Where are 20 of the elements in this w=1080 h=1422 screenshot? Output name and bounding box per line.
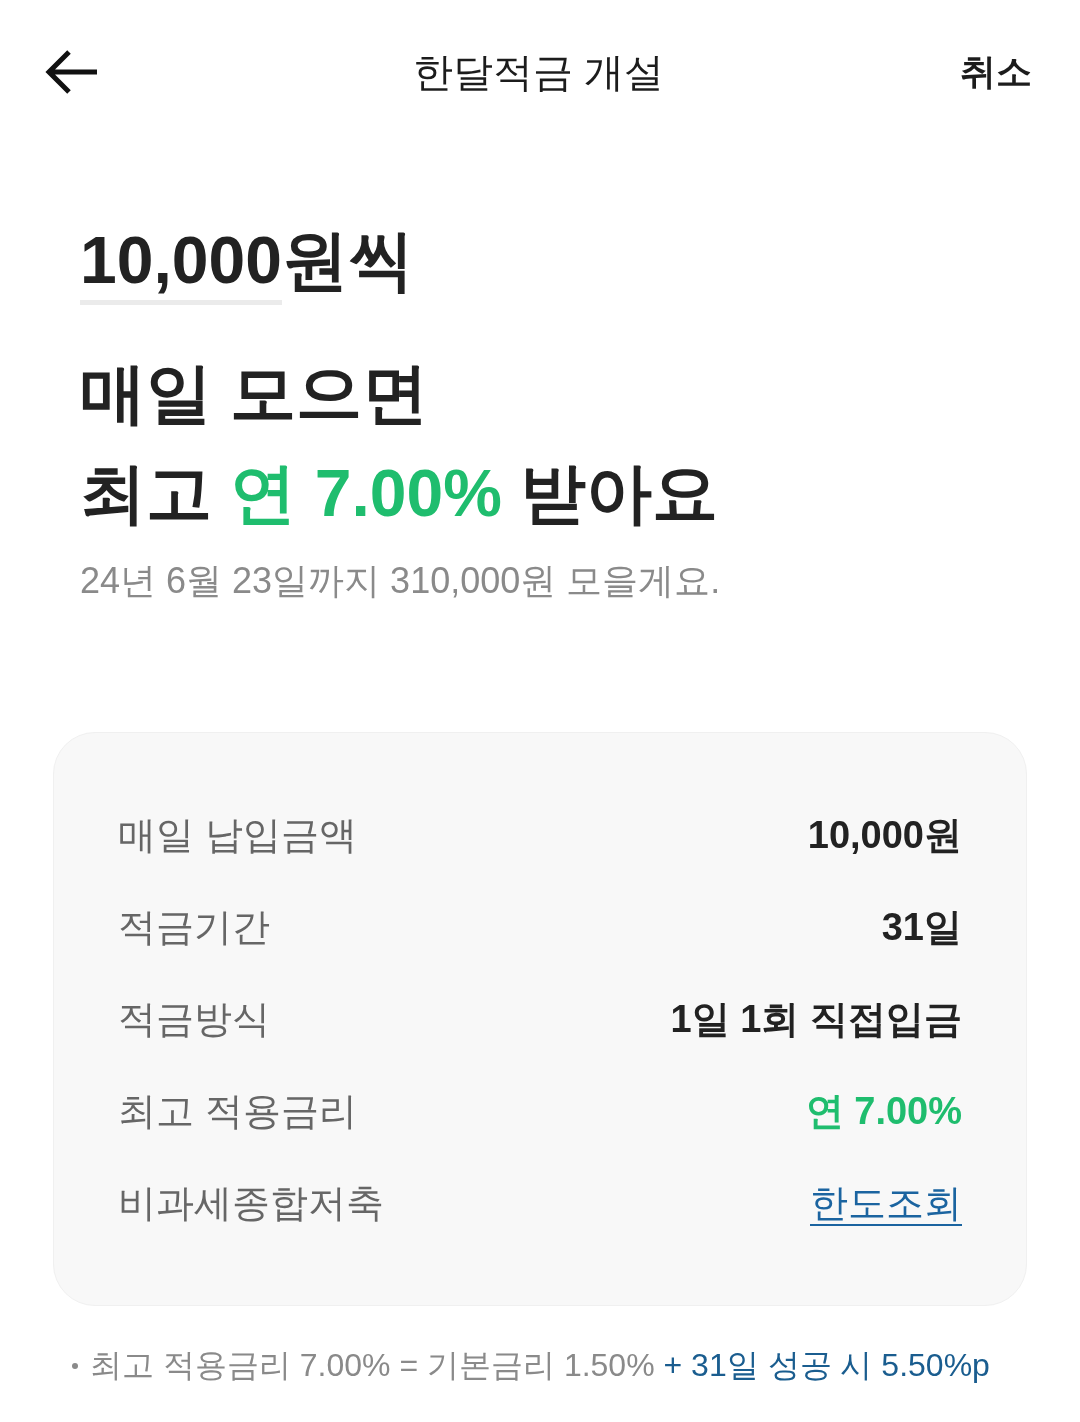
detail-value: 31일 — [881, 904, 962, 950]
bullet-icon — [72, 1363, 78, 1369]
footnote-text: 최고 적용금리 7.00% = 기본금리 1.50% + 31일 성공 시 5.50%p — [90, 1346, 990, 1385]
back-icon[interactable] — [45, 50, 99, 94]
headline-text: 매일 모으면 — [80, 355, 430, 432]
summary-text: 24년 6월 23일까지 310,000원 모을게요. — [80, 559, 722, 603]
detail-value: 1일 1회 직접입금 — [670, 996, 962, 1042]
detail-label: 매일 납입금액 — [118, 812, 357, 858]
page-title: 한달적금 개설 — [412, 48, 665, 96]
detail-label: 적금방식 — [118, 996, 270, 1042]
cancel-button[interactable]: 취소 — [960, 47, 1032, 97]
detail-label: 적금기간 — [118, 904, 270, 950]
amount-suffix: 원씩 — [281, 222, 414, 299]
detail-label: 최고 적용금리 — [118, 1088, 357, 1134]
amount-field[interactable]: 10,000 — [80, 222, 282, 305]
headline-text: 최고 연 7.00% 받아요 — [80, 455, 720, 532]
limit-check-link[interactable]: 한도조회 — [810, 1177, 962, 1229]
detail-value: 10,000원 — [807, 812, 962, 858]
detail-label: 비과세종합저축 — [118, 1180, 384, 1226]
detail-value: 연 7.00% — [805, 1088, 962, 1134]
